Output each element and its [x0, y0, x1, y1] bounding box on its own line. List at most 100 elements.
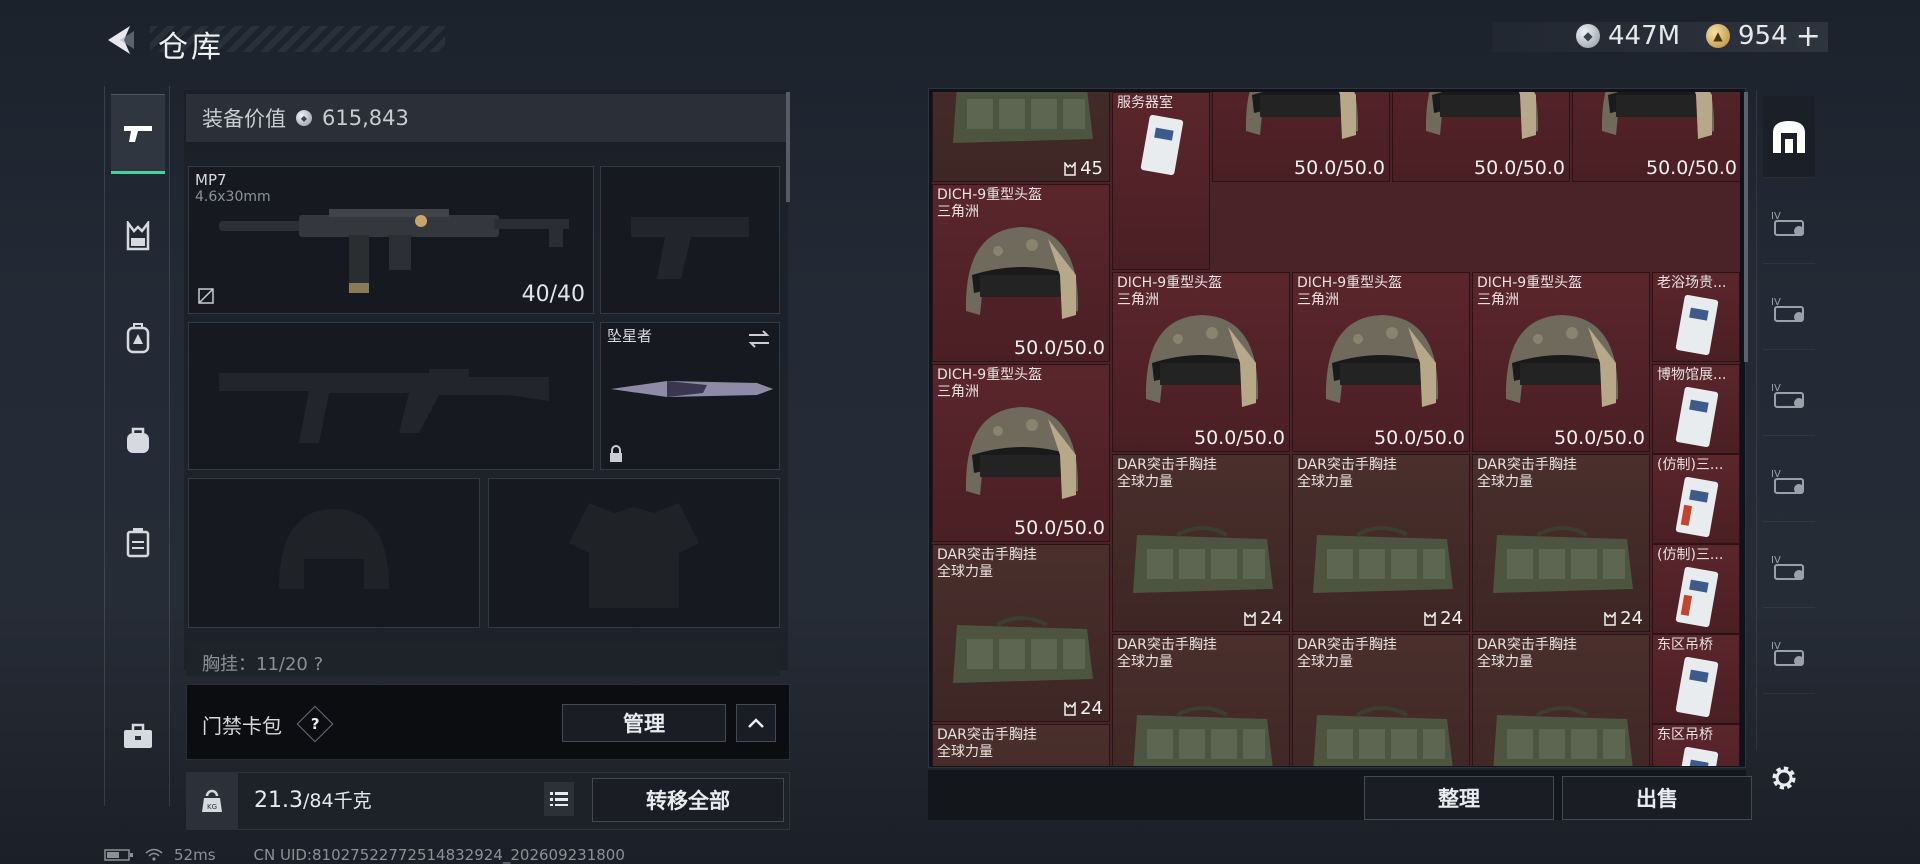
- primary-weapon-slot[interactable]: MP7 4.6x30mm 40/40: [188, 166, 594, 314]
- storage-item-helmet[interactable]: DICH-9重型头盔 三角洲 50.0/50.0: [1292, 272, 1470, 452]
- nav-case[interactable]: [111, 696, 165, 776]
- armor-placeholder-icon: [569, 503, 699, 608]
- battery-icon: [104, 849, 133, 861]
- storage-tab-3[interactable]: IV: [1763, 268, 1815, 350]
- storage-item-helmet[interactable]: DICH-9重型头盔 三角洲 50.0/50.0: [1112, 272, 1290, 452]
- gold-currency[interactable]: ▲ 954 +: [1706, 19, 1821, 54]
- storage-item-bag[interactable]: 45: [932, 92, 1110, 182]
- gold-plus[interactable]: +: [1796, 19, 1821, 54]
- storage-item-bag[interactable]: DAR突击手胸挂 全球力量: [932, 724, 1110, 766]
- armor-icon: [126, 528, 150, 558]
- storage-item-name: DICH-9重型头盔 三角洲: [937, 187, 1043, 220]
- chest-rig-image: [1487, 695, 1637, 766]
- manage-button[interactable]: 管理: [562, 704, 726, 742]
- capacity-icon: [1604, 611, 1616, 626]
- storage-tab-7[interactable]: IV: [1763, 612, 1815, 694]
- status-line: 52ms CN UID:810275227725148329​24_202609…: [104, 846, 625, 864]
- storage-tab-2[interactable]: IV: [1763, 182, 1815, 264]
- swap-icon[interactable]: [747, 329, 771, 349]
- access-card-image: [1674, 657, 1720, 719]
- case-icon: [124, 723, 152, 748]
- storage-item-quantity: 24: [1603, 608, 1643, 629]
- list-button[interactable]: [544, 782, 574, 816]
- gold-coin-icon: ▲: [1706, 24, 1730, 48]
- storage-item-helmet[interactable]: DICH-9重型头盔 三角洲 50.0/50.0: [1472, 272, 1650, 452]
- storage-item-bag[interactable]: DAR突击手胸挂 全球力量24: [1112, 634, 1290, 766]
- capacity-icon: [1424, 611, 1436, 626]
- helmet-placeholder-icon: [279, 509, 389, 589]
- storage-item-bag[interactable]: DAR突击手胸挂 全球力量24: [1472, 454, 1650, 632]
- storage-item-bag[interactable]: DAR突击手胸挂 全球力量24: [1292, 634, 1470, 766]
- chest-rig-image: [1127, 695, 1277, 766]
- storage-tab-4[interactable]: IV: [1763, 354, 1815, 436]
- storage-ext-6-icon: IV: [1771, 641, 1804, 666]
- storage-item-bag[interactable]: DAR突击手胸挂 全球力量24: [1292, 454, 1470, 632]
- storage-item-helmet[interactable]: DICH-9重型头盔 三角洲 50.0/50.0: [932, 184, 1110, 362]
- secondary-weapon-slot[interactable]: [188, 322, 594, 470]
- storage-tab-5[interactable]: IV: [1763, 440, 1815, 522]
- nav-vest[interactable]: [111, 196, 165, 276]
- melee-slot[interactable]: 坠星者: [600, 322, 780, 470]
- help-label: ?: [310, 714, 320, 733]
- storage-item-quantity: 24: [1243, 608, 1283, 629]
- storage-item-durability: 50.0/50.0: [1645, 157, 1737, 179]
- storage-item-bag[interactable]: DAR突击手胸挂 全球力量 24: [1112, 454, 1290, 632]
- armor-slot[interactable]: [488, 478, 780, 628]
- kettlebell-icon: KG: [202, 789, 222, 812]
- pistol-placeholder-icon: [631, 217, 749, 279]
- storage-item-name: (仿制)三...: [1657, 547, 1724, 563]
- storage-item-card[interactable]: 东区吊桥: [1652, 724, 1740, 766]
- storage-item-card[interactable]: 老浴场贵...: [1652, 272, 1740, 362]
- storage-scrollbar[interactable]: [1744, 92, 1748, 362]
- storage-item-card-red[interactable]: (仿制)三...: [1652, 454, 1740, 544]
- pistol-slot[interactable]: [600, 166, 780, 314]
- nav-backpack[interactable]: [111, 298, 165, 378]
- storage-item-card[interactable]: 服务器室: [1112, 92, 1210, 270]
- storage-item-name: DAR突击手胸挂 全球力量: [1117, 637, 1217, 670]
- chest-rig-image: [947, 605, 1097, 695]
- gear-icon: [1772, 766, 1796, 790]
- silver-amount: 447M: [1608, 21, 1681, 51]
- sell-button[interactable]: 出售: [1562, 776, 1752, 820]
- storage-item-card[interactable]: 博物馆展...: [1652, 364, 1740, 454]
- storage-item-name: DAR突击手胸挂 全球力量: [1117, 457, 1217, 490]
- storage-item-quantity: 24: [1063, 698, 1103, 719]
- storage-item-bag[interactable]: DAR突击手胸挂 全球力量24: [1472, 634, 1650, 766]
- storage-item-durability: 50.0/50.0: [1013, 337, 1105, 359]
- organize-button[interactable]: 整理: [1364, 776, 1554, 820]
- storage-item-helmet[interactable]: 50.0/50.0: [1572, 92, 1740, 182]
- storage-item-name: DAR突击手胸挂 全球力量: [1477, 637, 1577, 670]
- storage-item-card-red[interactable]: (仿制)三...: [1652, 544, 1740, 634]
- nav-weapon[interactable]: [111, 94, 165, 174]
- nav-armor[interactable]: [111, 502, 165, 582]
- transfer-all-button[interactable]: 转移全部: [592, 778, 784, 822]
- unlocked-slot-icon: [198, 288, 214, 304]
- storage-tabs: IV IV IV IV IV IV: [1756, 90, 1820, 750]
- primary-weapon-name: MP7: [195, 171, 227, 189]
- silver-currency[interactable]: ◆ 447M: [1576, 20, 1680, 52]
- storage-item-helmet[interactable]: 50.0/50.0: [1392, 92, 1570, 182]
- helmet-slot[interactable]: [188, 478, 480, 628]
- storage-item-card[interactable]: 东区吊桥: [1652, 634, 1740, 724]
- gold-amount: 954: [1738, 21, 1788, 51]
- storage-item-helmet[interactable]: DICH-9重型头盔 三角洲 50.0/50.0: [932, 364, 1110, 542]
- page-title: 仓库: [158, 30, 224, 65]
- settings-button[interactable]: [1766, 760, 1802, 796]
- storage-tab-6[interactable]: IV: [1763, 526, 1815, 608]
- primary-weapon-ammo: 40/40: [521, 282, 585, 307]
- storage-item-quantity-value: 24: [1440, 608, 1463, 629]
- storage-item-helmet[interactable]: 50.0/50.0: [1212, 92, 1390, 182]
- chest-rig-image: [1127, 515, 1277, 605]
- back-icon[interactable]: [100, 22, 140, 58]
- storage-ext-2-icon: IV: [1771, 297, 1804, 322]
- nav-bag[interactable]: [111, 400, 165, 480]
- capacity-icon: [1244, 611, 1256, 626]
- backpack-icon: [126, 323, 150, 354]
- storage-item-durability: 50.0/50.0: [1293, 157, 1385, 179]
- access-card-image: [1674, 295, 1720, 357]
- storage-tab-1[interactable]: [1763, 96, 1815, 178]
- storage-item-name: 东区吊桥: [1657, 637, 1713, 653]
- expand-button[interactable]: [736, 704, 776, 742]
- storage-item-bag[interactable]: DAR突击手胸挂 全球力量24: [932, 544, 1110, 722]
- equipment-scrollbar[interactable]: [786, 92, 790, 202]
